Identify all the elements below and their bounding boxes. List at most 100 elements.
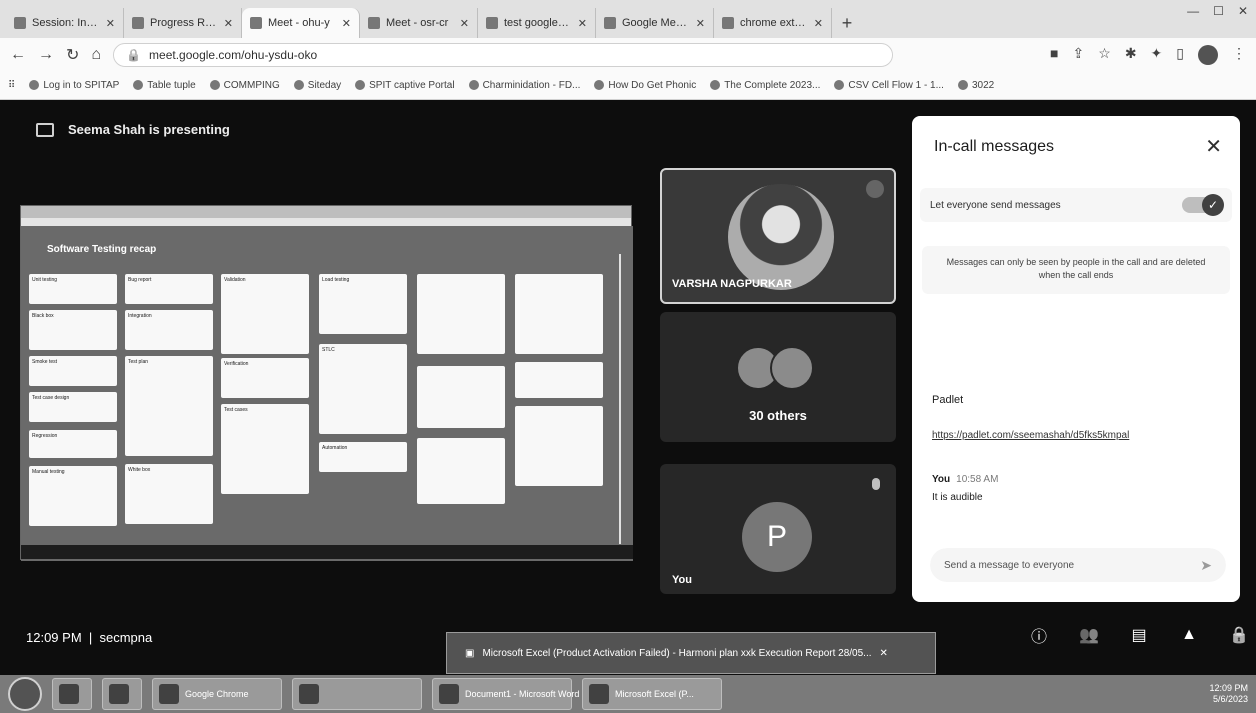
system-tray-clock[interactable]: 12:09 PM 5/6/2023: [1209, 683, 1248, 705]
padlet-card: Integration: [125, 310, 213, 350]
home-icon[interactable]: ⌂: [91, 46, 101, 64]
taskbar-chrome[interactable]: Google Chrome: [152, 678, 282, 710]
padlet-board: Software Testing recap Unit testing Blac…: [21, 226, 633, 561]
bookmark-item[interactable]: Charminidation - FD...: [468, 80, 580, 91]
taskbar-word[interactable]: Document1 - Microsoft Word: [432, 678, 579, 710]
share-icon[interactable]: ⇪: [1073, 45, 1085, 65]
send-icon[interactable]: ➤: [1200, 557, 1212, 574]
chat-icon[interactable]: ▤: [1128, 624, 1150, 646]
camera-icon[interactable]: ■: [1050, 45, 1058, 65]
tab-favicon-icon: [604, 17, 616, 29]
send-messages-toggle[interactable]: ✓: [1182, 194, 1224, 216]
bookmark-item[interactable]: Siteday: [293, 80, 341, 91]
url-field[interactable]: 🔒 meet.google.com/ohu-ysdu-oko: [113, 43, 894, 67]
participant-tile-pinned[interactable]: VARSHA NAGPURKAR: [660, 168, 896, 304]
tab-favicon-icon: [368, 17, 380, 29]
media-player-icon: [109, 684, 129, 704]
avatar: [770, 346, 814, 390]
host-controls-icon[interactable]: 🔒: [1228, 624, 1250, 646]
padlet-scrollbar: [619, 254, 621, 544]
bookmark-item[interactable]: Log in to SPITAP: [29, 80, 119, 91]
minimize-icon[interactable]: —: [1187, 4, 1199, 18]
activities-icon[interactable]: ▲: [1178, 624, 1200, 646]
chat-timestamp: 10:58 AM: [956, 474, 999, 485]
padlet-title: Software Testing recap: [47, 244, 157, 255]
browser-tab[interactable]: Meet - osr-cr ✕: [360, 8, 478, 38]
start-button[interactable]: [8, 677, 42, 711]
browser-toolbar-icons: ■ ⇪ ☆ ✱ ✦ ▯ ⋮: [1050, 45, 1246, 65]
close-tab-icon[interactable]: ✕: [224, 17, 233, 30]
tab-title: Meet - osr-cr: [386, 17, 449, 29]
present-screen-icon: [36, 122, 54, 137]
participant-tile-self[interactable]: P You: [660, 464, 896, 594]
forward-icon[interactable]: →: [38, 46, 54, 64]
participant-tile-others[interactable]: 30 others: [660, 312, 896, 442]
close-icon[interactable]: ✕: [880, 648, 888, 659]
tab-title: Meet - ohu-y: [268, 17, 330, 29]
meeting-code: secmpna: [99, 630, 153, 645]
menu-kebab-icon[interactable]: ⋮: [1232, 45, 1246, 65]
close-tab-icon[interactable]: ✕: [342, 17, 351, 30]
bookmark-item[interactable]: How Do Get Phonic: [594, 80, 696, 91]
bookmark-item[interactable]: 3022: [957, 80, 994, 91]
word-icon: [439, 684, 459, 704]
tab-title: Google Meet Atte: [622, 17, 690, 29]
bookmark-item[interactable]: Table tuple: [133, 80, 196, 91]
panel-title: In-call messages: [934, 138, 1055, 155]
browser-tab[interactable]: Progress Repo ✕: [124, 8, 242, 38]
puzzle-icon[interactable]: ✦: [1151, 45, 1163, 65]
others-avatars: [736, 346, 816, 390]
close-tab-icon[interactable]: ✕: [814, 17, 823, 30]
bookmark-item[interactable]: COMMPING: [209, 80, 280, 91]
shared-browser-tabs: [21, 206, 631, 218]
close-window-icon[interactable]: ✕: [1238, 4, 1248, 18]
chrome-icon: [159, 684, 179, 704]
star-icon[interactable]: ☆: [1098, 45, 1111, 65]
browser-tab-active[interactable]: Meet - ohu-y ✕: [242, 8, 360, 38]
new-tab-button[interactable]: +: [832, 8, 862, 38]
apps-icon[interactable]: ⠿: [8, 80, 15, 91]
back-icon[interactable]: ←: [10, 46, 26, 64]
padlet-card: Smoke test: [29, 356, 117, 386]
chat-input[interactable]: Send a message to everyone ➤: [930, 548, 1226, 582]
bookmark-item[interactable]: CSV Cell Flow 1 - 1...: [834, 80, 944, 91]
browser-tab[interactable]: chrome extensio ✕: [714, 8, 832, 38]
lock-icon: 🔒: [126, 48, 142, 62]
padlet-card: Validation: [221, 274, 309, 354]
taskbar-folder[interactable]: [292, 678, 422, 710]
browser-tab[interactable]: Google Meet Atte ✕: [596, 8, 714, 38]
tab-title: Session: Introduc: [32, 17, 100, 29]
extension-icon[interactable]: ✱: [1125, 45, 1137, 65]
close-tab-icon[interactable]: ✕: [460, 17, 469, 30]
maximize-icon[interactable]: ☐: [1213, 4, 1224, 18]
bookmark-item[interactable]: SPIT captive Portal: [355, 80, 455, 91]
chat-message: It is audible: [932, 492, 983, 503]
self-label: You: [672, 574, 692, 586]
sidebar-icon[interactable]: ▯: [1176, 45, 1184, 65]
chat-link[interactable]: https://padlet.com/sseemashah/d5fks5kmpa…: [932, 430, 1129, 441]
profile-avatar[interactable]: [1198, 45, 1218, 65]
taskbar-ie[interactable]: [52, 678, 92, 710]
browser-tab[interactable]: test google meet ✕: [478, 8, 596, 38]
browser-tab-strip: Session: Introduc ✕ Progress Repo ✕ Meet -…: [0, 0, 1256, 38]
bookmark-item[interactable]: The Complete 2023...: [710, 80, 820, 91]
padlet-card: Verification: [221, 358, 309, 398]
padlet-card: Regression: [29, 430, 117, 458]
reload-icon[interactable]: ↻: [66, 45, 79, 65]
close-tab-icon[interactable]: ✕: [696, 17, 705, 30]
close-tab-icon[interactable]: ✕: [106, 17, 115, 30]
close-tab-icon[interactable]: ✕: [578, 17, 587, 30]
tab-title: test google meet: [504, 17, 572, 29]
browser-tab[interactable]: Session: Introduc ✕: [6, 8, 124, 38]
padlet-card: Load testing: [319, 274, 407, 334]
address-bar-row: ← → ↻ ⌂ 🔒 meet.google.com/ohu-ysdu-oko ■…: [0, 38, 1256, 72]
ie-icon: [59, 684, 79, 704]
close-icon[interactable]: ✕: [1205, 134, 1222, 159]
people-icon[interactable]: 👥: [1078, 624, 1100, 646]
taskbar-media[interactable]: [102, 678, 142, 710]
windows-taskbar: Google Chrome Document1 - Microsoft Word…: [0, 675, 1256, 713]
taskbar-excel[interactable]: Microsoft Excel (P...: [582, 678, 722, 710]
padlet-card: Manual testing: [29, 466, 117, 526]
tab-title: Progress Repo: [150, 17, 218, 29]
info-icon[interactable]: ⓘ: [1028, 624, 1050, 646]
